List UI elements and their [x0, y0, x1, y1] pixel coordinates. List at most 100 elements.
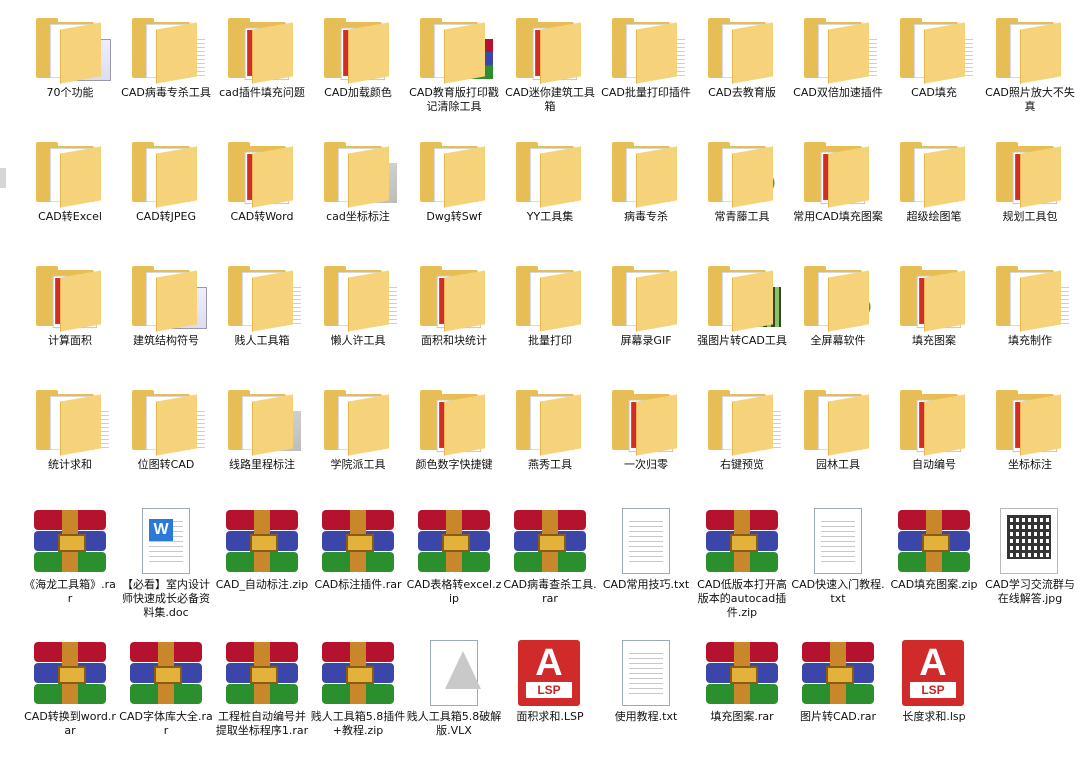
folder-item[interactable]: 建筑结构符号 — [118, 250, 214, 368]
winrar-archive-icon — [222, 640, 302, 708]
folder-item[interactable]: YY工具集 — [502, 126, 598, 244]
file-item[interactable]: 使用教程.txt — [598, 626, 694, 744]
item-label: 一次归零 — [624, 458, 668, 471]
item-label: 线路里程标注 — [229, 458, 295, 471]
file-item[interactable]: CAD标注插件.rar — [310, 494, 406, 612]
folder-item[interactable]: CAD转JPEG — [118, 126, 214, 244]
file-item[interactable]: CAD填充图案.zip — [886, 494, 982, 612]
item-label: 常青藤工具 — [714, 210, 770, 223]
item-label: CAD转换到word.rar — [24, 710, 116, 737]
item-label: 贱人工具箱5.8插件+教程.zip — [310, 710, 406, 737]
folder-item[interactable]: AARX CAD转Word — [214, 126, 310, 244]
folder-item[interactable]: 右键预览 — [694, 374, 790, 492]
folder-icon: APAT — [798, 140, 878, 208]
folder-icon — [318, 140, 398, 208]
folder-item[interactable]: 屏幕录GIF — [598, 250, 694, 368]
folder-item[interactable]: 贱人工具箱 — [214, 250, 310, 368]
folder-icon: ALSP — [894, 388, 974, 456]
file-item[interactable]: CAD字体库大全.rar — [118, 626, 214, 744]
item-label: CAD转Excel — [38, 210, 102, 223]
folder-item[interactable]: 超级绘图笔 — [886, 126, 982, 244]
folder-item[interactable]: 统计求和 — [22, 374, 118, 492]
folder-icon — [894, 16, 974, 84]
folder-item[interactable]: 燕秀工具 — [502, 374, 598, 492]
vlx-file-icon — [414, 640, 494, 708]
folder-icon — [606, 140, 686, 208]
item-label: CAD常用技巧.txt — [602, 578, 690, 591]
folder-item[interactable]: ALSP 颜色数字快捷键 — [406, 374, 502, 492]
folder-icon: ALSP — [30, 264, 110, 332]
folder-item[interactable]: A 坐标标注 — [982, 374, 1078, 492]
winrar-archive-icon — [510, 508, 590, 576]
folder-item[interactable]: CAD批量打印插件 — [598, 2, 694, 120]
file-item[interactable]: W 【必看】室内设计师快速成长必备资料集.doc — [118, 494, 214, 619]
item-label: CAD_自动标注.zip — [215, 578, 309, 591]
folder-item[interactable]: CAD转Excel — [22, 126, 118, 244]
folder-item[interactable]: 园林工具 — [790, 374, 886, 492]
folder-item[interactable]: 线路里程标注 — [214, 374, 310, 492]
folder-item[interactable]: ALSP CAD加载颜色 — [310, 2, 406, 120]
item-label: CAD批量打印插件 — [601, 86, 691, 99]
folder-item[interactable]: 全屏幕软件 — [790, 250, 886, 368]
folder-item[interactable]: 填充制作 — [982, 250, 1078, 368]
scroll-edge-marker — [0, 168, 6, 188]
folder-item[interactable]: APAT 常用CAD填充图案 — [790, 126, 886, 244]
file-item[interactable]: A LSP 长度求和.lsp — [886, 626, 982, 744]
item-label: 强图片转CAD工具 — [697, 334, 787, 347]
folder-item[interactable]: ALSP 一次归零 — [598, 374, 694, 492]
folder-icon — [702, 264, 782, 332]
winrar-archive-icon — [798, 640, 878, 708]
text-file-icon — [798, 508, 878, 576]
folder-item[interactable]: Dwg转Swf — [406, 126, 502, 244]
folder-item[interactable]: CAD病毒专杀工具 — [118, 2, 214, 120]
folder-icon — [222, 264, 302, 332]
folder-item[interactable]: ALSP 规划工具包 — [982, 126, 1078, 244]
file-item[interactable]: CAD低版本打开高版本的autocad插件.zip — [694, 494, 790, 619]
file-item[interactable]: 贱人工具箱5.8插件+教程.zip — [310, 626, 406, 744]
folder-item[interactable]: A 面积和块统计 — [406, 250, 502, 368]
folder-item[interactable]: ACTB cad插件填充问题 — [214, 2, 310, 120]
folder-item[interactable]: CAD填充 — [886, 2, 982, 120]
file-item[interactable]: 填充图案.rar — [694, 626, 790, 744]
folder-item[interactable]: CAD去教育版 — [694, 2, 790, 120]
folder-item[interactable]: CAD教育版打印戳记清除工具 — [406, 2, 502, 120]
item-label: CAD字体库大全.rar — [119, 710, 213, 737]
file-item[interactable]: CAD学习交流群与在线解答.jpg — [982, 494, 1078, 612]
file-item[interactable]: CAD_自动标注.zip — [214, 494, 310, 612]
file-item[interactable]: CAD病毒查杀工具.rar — [502, 494, 598, 612]
folder-item[interactable]: 懒人许工具 — [310, 250, 406, 368]
folder-item[interactable]: ALSP 自动编号 — [886, 374, 982, 492]
file-item[interactable]: CAD常用技巧.txt — [598, 494, 694, 612]
item-label: 位图转CAD — [137, 458, 195, 471]
winrar-archive-icon — [30, 640, 110, 708]
folder-item[interactable]: APAT 填充图案 — [886, 250, 982, 368]
item-label: 建筑结构符号 — [133, 334, 199, 347]
file-item[interactable]: CAD转换到word.rar — [22, 626, 118, 744]
file-item[interactable]: CAD表格转excel.zip — [406, 494, 502, 612]
folder-item[interactable]: 强图片转CAD工具 — [694, 250, 790, 368]
folder-item[interactable]: 70个功能 — [22, 2, 118, 120]
folder-icon — [894, 140, 974, 208]
folder-item[interactable]: 常青藤工具 — [694, 126, 790, 244]
folder-item[interactable]: 学院派工具 — [310, 374, 406, 492]
folder-item[interactable]: cad坐标标注 — [310, 126, 406, 244]
winrar-archive-icon — [30, 508, 110, 576]
file-item[interactable]: A LSP 面积求和.LSP — [502, 626, 598, 744]
file-item[interactable]: 工程桩自动编号并提取坐标程序1.rar — [214, 626, 310, 744]
folder-icon — [126, 264, 207, 332]
folder-item[interactable]: CAD双倍加速插件 — [790, 2, 886, 120]
item-label: 规划工具包 — [1002, 210, 1058, 223]
file-item[interactable]: CAD快速入门教程.txt — [790, 494, 886, 612]
file-item[interactable]: 《海龙工具箱》.rar — [22, 494, 118, 612]
folder-item[interactable]: ALSP 计算面积 — [22, 250, 118, 368]
file-item[interactable]: 图片转CAD.rar — [790, 626, 886, 744]
winrar-archive-icon — [126, 640, 206, 708]
folder-item[interactable]: 位图转CAD — [118, 374, 214, 492]
file-item[interactable]: 贱人工具箱5.8破解版.VLX — [406, 626, 502, 744]
folder-item[interactable]: ACUIXCAD迷你建筑工具箱 — [502, 2, 598, 120]
folder-item[interactable]: 病毒专杀 — [598, 126, 694, 244]
item-label: CAD转Word — [230, 210, 294, 223]
item-label: 燕秀工具 — [528, 458, 572, 471]
folder-item[interactable]: 批量打印 — [502, 250, 598, 368]
folder-item[interactable]: CAD照片放大不失真 — [982, 2, 1078, 120]
